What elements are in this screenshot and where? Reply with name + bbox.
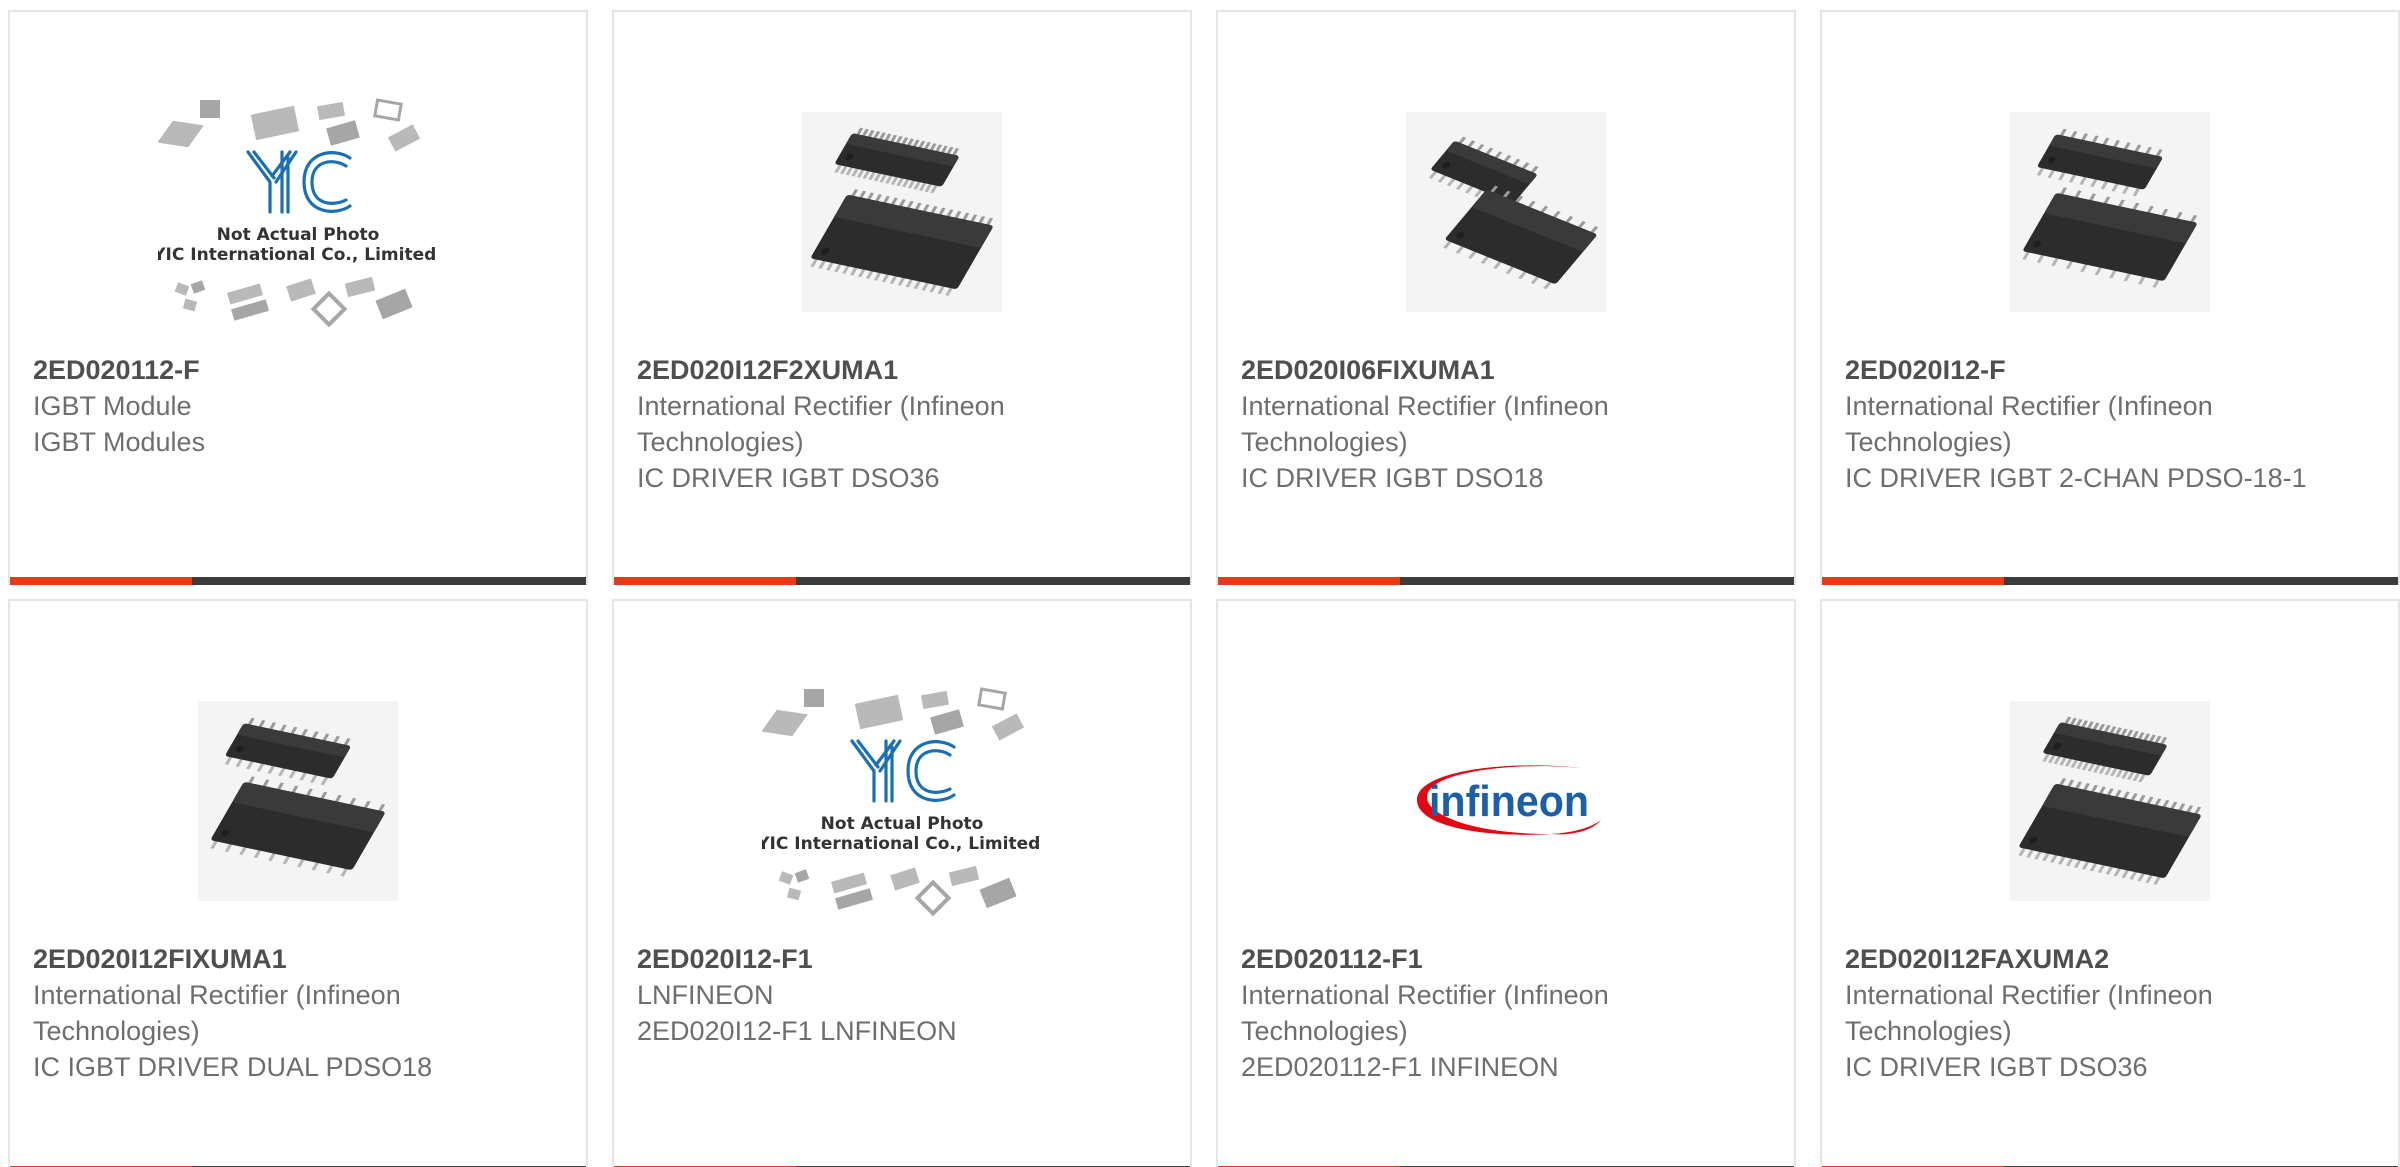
ic-chip-image — [802, 112, 1002, 312]
part-number-link[interactable]: 2ED020I12FAXUMA2 — [1845, 941, 2318, 977]
product-card[interactable]: infineon 2ED020112-F1 International Rectif… — [1216, 599, 1796, 1167]
description-label: IC IGBT DRIVER DUAL PDSO18 — [33, 1052, 433, 1082]
manufacturer-label: International Rectifier (Infineon Techno… — [1845, 980, 2213, 1046]
card-bottom-bar — [10, 577, 586, 585]
product-info: 2ED020I12-F International Rectifier (Infi… — [1845, 352, 2318, 496]
part-number-link[interactable]: 2ED020I12-F1 — [637, 941, 1110, 977]
product-card[interactable]: Not Actual Photo YIC International Co., L… — [8, 10, 588, 585]
description-label: 2ED020I12-F1 LNFINEON — [637, 1016, 957, 1046]
part-number-link[interactable]: 2ED020112-F1 — [1241, 941, 1714, 977]
ic-chip-image — [1406, 112, 1606, 312]
product-image[interactable] — [1822, 67, 2398, 357]
part-number-link[interactable]: 2ED020I12F2XUMA1 — [637, 352, 1110, 388]
manufacturer-label: International Rectifier (Infineon Techno… — [33, 980, 401, 1046]
description-label: IC DRIVER IGBT DSO36 — [1845, 1052, 2148, 1082]
card-accent-stripe — [10, 577, 192, 585]
product-card[interactable]: 2ED020I12FAXUMA2 International Rectifier … — [1820, 599, 2400, 1167]
card-bottom-bar — [1822, 577, 2398, 585]
part-number-link[interactable]: 2ED020I12-F — [1845, 352, 2318, 388]
card-bottom-bar — [614, 577, 1190, 585]
part-number-link[interactable]: 2ED020112-F — [33, 352, 506, 388]
yic-not-actual-photo-image: Not Actual PhotoYIC International Co., L… — [762, 687, 1042, 917]
product-info: 2ED020112-F1 International Rectifier (Inf… — [1241, 941, 1714, 1085]
product-image[interactable]: Not Actual Photo YIC International Co., L… — [10, 67, 586, 357]
svg-text:infineon: infineon — [1429, 777, 1589, 826]
product-card[interactable]: 2ED020I06FIXUMA1 International Rectifier … — [1216, 10, 1796, 585]
product-image[interactable] — [1218, 67, 1794, 357]
manufacturer-label: International Rectifier (Infineon Techno… — [1241, 391, 1609, 457]
card-accent-stripe — [614, 577, 796, 585]
product-image[interactable] — [614, 67, 1190, 357]
manufacturer-label: LNFINEON — [637, 980, 774, 1010]
description-label: IGBT Modules — [33, 427, 206, 457]
product-info: 2ED020I12F2XUMA1 International Rectifier … — [637, 352, 1110, 496]
product-info: 2ED020I12FIXUMA1 International Rectifier … — [33, 941, 506, 1085]
placeholder-line1: Not Actual Photo — [821, 814, 984, 834]
manufacturer-label: International Rectifier (Infineon Techno… — [1845, 391, 2213, 457]
part-number-link[interactable]: 2ED020I12FIXUMA1 — [33, 941, 506, 977]
product-card[interactable]: 2ED020I12F2XUMA1 International Rectifier … — [612, 10, 1192, 585]
ic-chip-image — [2010, 701, 2210, 901]
infineon-logo-image: infineon — [1417, 765, 1601, 835]
product-image[interactable]: infineon — [1218, 656, 1794, 946]
placeholder-line2: YIC International Co., Limited. — [158, 245, 438, 265]
card-accent-stripe — [1822, 577, 2004, 585]
part-number-link[interactable]: 2ED020I06FIXUMA1 — [1241, 352, 1714, 388]
yic-not-actual-photo-image: Not Actual PhotoYIC International Co., L… — [158, 98, 438, 328]
description-label: 2ED020112-F1 INFINEON — [1241, 1052, 1559, 1082]
placeholder-line2: YIC International Co., Limited. — [762, 834, 1042, 854]
card-accent-stripe — [1218, 577, 1400, 585]
ic-chip-image — [2010, 112, 2210, 312]
ic-chip-image — [198, 701, 398, 901]
description-label: IC DRIVER IGBT DSO36 — [637, 463, 940, 493]
card-bottom-bar — [1218, 577, 1794, 585]
product-image[interactable] — [10, 656, 586, 946]
product-grid: Not Actual Photo YIC International Co., L… — [0, 0, 2400, 1167]
description-label: IC DRIVER IGBT 2-CHAN PDSO-18-1 — [1845, 463, 2307, 493]
product-image[interactable]: Not Actual Photo YIC International Co., L… — [614, 656, 1190, 946]
manufacturer-label: International Rectifier (Infineon Techno… — [1241, 980, 1609, 1046]
placeholder-line1: Not Actual Photo — [217, 225, 380, 245]
description-label: IC DRIVER IGBT DSO18 — [1241, 463, 1544, 493]
manufacturer-label: IGBT Module — [33, 391, 192, 421]
manufacturer-label: International Rectifier (Infineon Techno… — [637, 391, 1005, 457]
product-card[interactable]: Not Actual Photo YIC International Co., L… — [612, 599, 1192, 1167]
product-info: 2ED020I06FIXUMA1 International Rectifier … — [1241, 352, 1714, 496]
product-info: 2ED020112-F IGBT Module IGBT Modules — [33, 352, 506, 460]
product-info: 2ED020I12-F1 LNFINEON 2ED020I12-F1 LNFINEO… — [637, 941, 1110, 1049]
product-card[interactable]: 2ED020I12-F International Rectifier (Infi… — [1820, 10, 2400, 585]
product-card[interactable]: 2ED020I12FIXUMA1 International Rectifier … — [8, 599, 588, 1167]
product-image[interactable] — [1822, 656, 2398, 946]
product-info: 2ED020I12FAXUMA2 International Rectifier … — [1845, 941, 2318, 1085]
